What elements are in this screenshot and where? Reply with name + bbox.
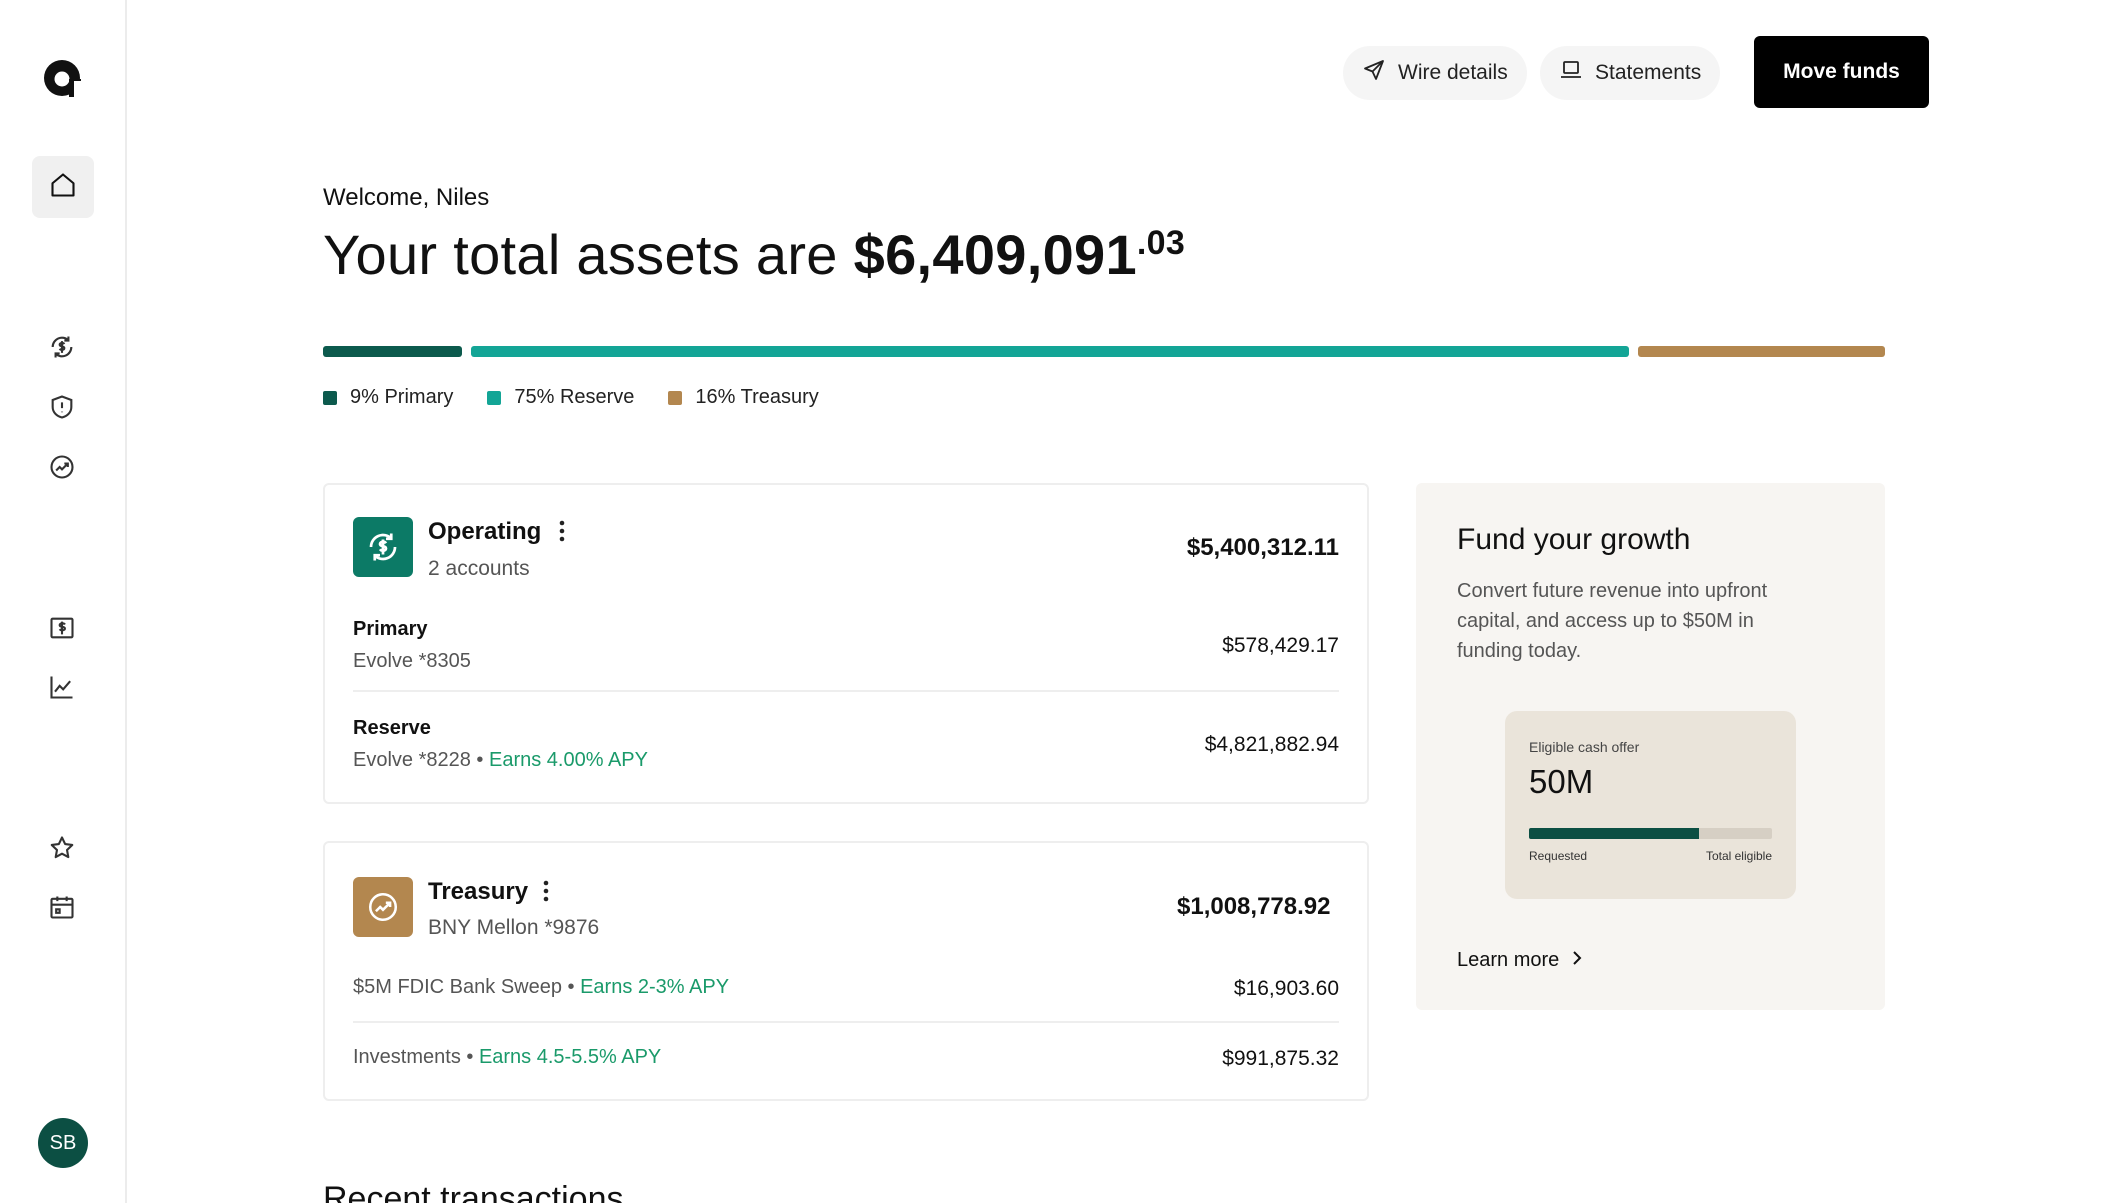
total-eligible-label: Total eligible — [1705, 849, 1772, 863]
treasury-account-icon — [353, 877, 413, 937]
total-prefix: Your total assets are — [323, 223, 854, 286]
nav-security[interactable] — [46, 393, 78, 425]
legend-swatch — [323, 390, 337, 405]
fund-growth-panel: Fund your growth Convert future revenue … — [1416, 483, 1885, 1010]
allocation-segment — [1637, 346, 1885, 357]
bank-sweep-apy: Earns 2-3% APY — [580, 976, 730, 998]
total-amount: $6,409,091 — [853, 223, 1137, 286]
legend-label: 9% Primary — [350, 386, 454, 408]
primary-account-sub: Evolve *8305 — [353, 650, 471, 673]
reserve-account-sub: Evolve *8228 • Earns 4.00% APY — [353, 749, 648, 772]
divider — [353, 1021, 1339, 1023]
treasury-total: $1,008,778.92 — [1177, 893, 1331, 920]
cash-offer-card: Eligible cash offer 50M Requested Total … — [1505, 711, 1796, 899]
treasury-title: Treasury — [428, 878, 529, 905]
nav-favorites[interactable] — [46, 834, 78, 866]
allocation-legend: 9% Primary 75% Reserve 16% Treasury — [323, 386, 819, 409]
primary-account-amount: $578,429.17 — [1222, 634, 1339, 657]
legend-item: 9% Primary — [323, 386, 453, 409]
divider — [353, 690, 1339, 692]
treasury-card[interactable]: Treasury BNY Mellon *9876 $1,008,778.92 … — [323, 841, 1369, 1101]
learn-more-label: Learn more — [1457, 949, 1560, 971]
investments-amount: $991,875.32 — [1222, 1047, 1339, 1070]
primary-account-title[interactable]: Primary — [353, 618, 428, 641]
investments-row[interactable]: Investments • Earns 4.5-5.5% APY — [353, 1046, 661, 1069]
legend-swatch — [668, 390, 683, 405]
total-assets-heading: Your total assets are $6,409,091.03 — [323, 222, 1185, 287]
treasury-kebab-icon[interactable] — [536, 879, 556, 903]
chevron-right-icon — [1571, 949, 1583, 972]
line-chart-icon — [48, 673, 76, 706]
nav-insights[interactable] — [46, 673, 78, 705]
home-icon — [49, 171, 77, 204]
bank-sweep-row[interactable]: $5M FDIC Bank Sweep • Earns 2-3% APY — [353, 976, 729, 999]
allocation-segment — [470, 346, 1629, 357]
app-root: SB Wire details Statements Move funds We… — [0, 0, 2101, 1203]
cash-cycle-icon — [48, 333, 76, 366]
reserve-apy: Earns 4.00% APY — [488, 749, 648, 771]
fund-growth-description: Convert future revenue into upfront capi… — [1457, 580, 1768, 662]
reserve-account-amount: $4,821,882.94 — [1204, 733, 1339, 756]
operating-title: Operating — [428, 518, 542, 545]
wire-details-button[interactable]: Wire details — [1343, 46, 1527, 100]
nav-home[interactable] — [32, 156, 94, 218]
investments-label: Investments • — [353, 1046, 479, 1068]
laptop-icon — [1559, 58, 1583, 88]
bank-sweep-amount: $16,903.60 — [1233, 977, 1339, 1000]
reserve-account-number: Evolve *8228 • — [353, 749, 489, 771]
learn-more-link[interactable]: Learn more — [1457, 949, 1583, 972]
avatar-initials: SB — [49, 1131, 77, 1154]
operating-subtitle: 2 accounts — [428, 557, 530, 580]
star-icon — [48, 834, 76, 867]
dollar-bill-icon — [48, 614, 76, 647]
move-funds-button[interactable]: Move funds — [1754, 36, 1929, 108]
statements-label: Statements — [1595, 61, 1702, 84]
requested-label: Requested — [1529, 849, 1588, 863]
legend-swatch — [487, 390, 502, 405]
operating-kebab-icon[interactable] — [552, 519, 572, 543]
allocation-segment — [323, 346, 462, 357]
nav-calendar[interactable] — [46, 893, 78, 925]
fund-growth-title: Fund your growth — [1457, 523, 1691, 556]
operating-account-icon — [353, 517, 413, 577]
investments-apy: Earns 4.5-5.5% APY — [478, 1046, 662, 1068]
total-cents: .03 — [1136, 224, 1186, 262]
welcome-text: Welcome, Niles — [323, 184, 490, 211]
avatar[interactable]: SB — [38, 1118, 88, 1168]
legend-label: 16% Treasury — [695, 386, 819, 408]
legend-item: 16% Treasury — [668, 386, 819, 409]
wire-details-label: Wire details — [1398, 61, 1508, 84]
nav-treasury[interactable] — [46, 453, 78, 485]
treasury-subtitle: BNY Mellon *9876 — [428, 916, 600, 939]
send-arrow-icon — [1362, 58, 1386, 88]
offer-progress-track — [1529, 828, 1772, 839]
nav-payments[interactable] — [46, 614, 78, 646]
trend-circle-icon — [48, 453, 76, 486]
shield-icon — [48, 393, 76, 426]
operating-total: $5,400,312.11 — [1186, 534, 1339, 561]
offer-value: 50M — [1529, 763, 1594, 800]
calendar-icon — [48, 893, 76, 926]
legend-item: 75% Reserve — [487, 386, 634, 409]
statements-button[interactable]: Statements — [1540, 46, 1721, 100]
operating-card[interactable]: Operating 2 accounts $5,400,312.11 Prima… — [323, 483, 1369, 804]
primary-account-number: Evolve *8305 — [353, 650, 471, 672]
offer-label: Eligible cash offer — [1529, 739, 1640, 755]
recent-transactions-heading: Recent transactions — [323, 1180, 624, 1203]
logo[interactable] — [43, 59, 81, 97]
sidebar: SB — [0, 0, 127, 1203]
reserve-account-title[interactable]: Reserve — [353, 717, 431, 740]
bank-sweep-label: $5M FDIC Bank Sweep • — [353, 976, 581, 998]
legend-label: 75% Reserve — [514, 386, 635, 408]
nav-accounts[interactable] — [46, 333, 78, 365]
offer-progress-fill — [1529, 828, 1700, 839]
